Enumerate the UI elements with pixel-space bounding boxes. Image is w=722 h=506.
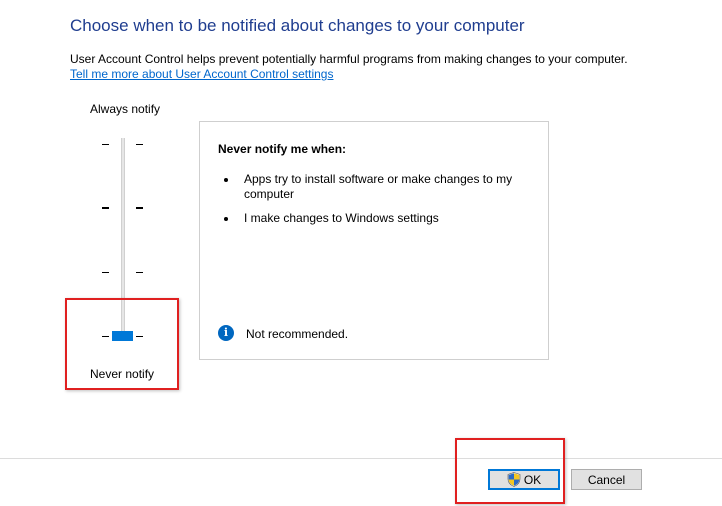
tick-left-level-1: [102, 336, 109, 337]
recommendation-text: Not recommended.: [246, 327, 349, 341]
bullet-icon: [224, 178, 228, 182]
tick-right-level-2: [136, 272, 143, 273]
ok-button-label: OK: [523, 472, 542, 487]
slider-top-label: Always notify: [90, 102, 161, 116]
learn-more-link[interactable]: Tell me more about User Account Control …: [70, 67, 333, 81]
list-item-text: I make changes to Windows settings: [244, 211, 439, 225]
tick-left-level-4: [102, 144, 109, 145]
footer-separator: [0, 458, 722, 459]
page-title: Choose when to be notified about changes…: [70, 16, 525, 35]
tick-right-level-3: [136, 207, 143, 209]
info-panel-title: Never notify me when:: [218, 142, 347, 156]
cancel-button[interactable]: Cancel: [571, 469, 642, 490]
list-item: Apps try to install software or make cha…: [224, 172, 534, 202]
slider-track[interactable]: [121, 138, 125, 338]
bullet-icon: [224, 217, 228, 221]
tick-left-level-2: [102, 272, 109, 273]
info-panel: Never notify me when: Apps try to instal…: [199, 121, 549, 360]
tick-right-level-4: [136, 144, 143, 145]
tick-left-level-3: [102, 207, 109, 209]
info-icon: i: [218, 325, 234, 341]
slider-thumb[interactable]: [112, 331, 133, 341]
list-item: I make changes to Windows settings: [224, 211, 534, 226]
ok-button[interactable]: OK: [488, 469, 560, 490]
slider-bottom-label: Never notify: [90, 367, 155, 381]
tick-right-level-1: [136, 336, 143, 337]
uac-description: User Account Control helps prevent poten…: [70, 52, 628, 66]
list-item-text: Apps try to install software or make cha…: [244, 172, 513, 201]
uac-shield-icon: [507, 472, 521, 487]
